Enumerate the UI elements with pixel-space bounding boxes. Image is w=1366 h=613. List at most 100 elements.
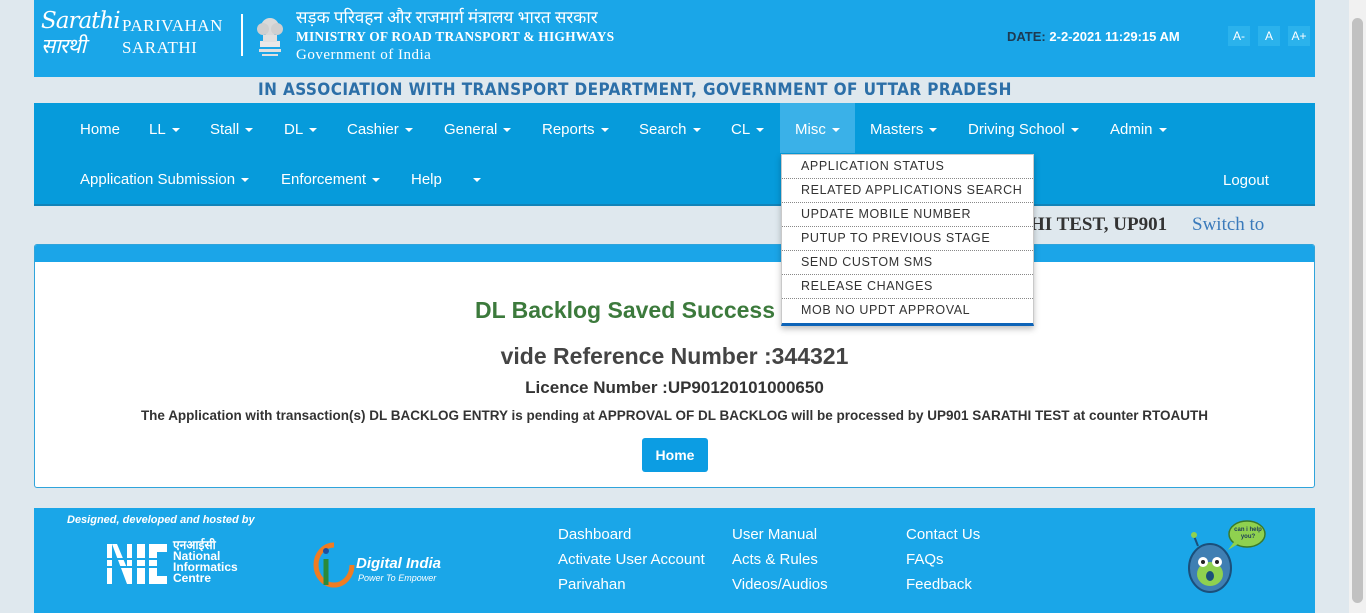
caret-down-icon [503,128,512,133]
footer-link-dashboard[interactable]: Dashboard [558,525,631,545]
menu-item-related-applications-search[interactable]: RELATED APPLICATIONS SEARCH [782,179,1033,203]
help-chatbot-icon[interactable]: can i help you? [1184,518,1269,598]
nav-application-submission[interactable]: Application Submission [80,170,250,190]
caret-down-icon [309,128,318,133]
nav-label: LL [149,121,166,138]
menu-item-application-status[interactable]: APPLICATION STATUS [782,155,1033,179]
government-of-india: Government of India [296,47,432,63]
nav-label: Enforcement [281,171,367,188]
nav-label: Stall [210,121,240,138]
nav-home[interactable]: Home [80,120,120,140]
nav-label: Cashier [347,121,399,138]
nav-dl[interactable]: DL [284,120,318,140]
footer-link-acts-rules[interactable]: Acts & Rules [732,550,818,570]
date-display: DATE: 2-2-2021 11:29:15 AM [1007,29,1180,44]
footer-link-videos-audios[interactable]: Videos/Audios [732,575,828,595]
scrollbar-thumb[interactable] [1352,18,1363,603]
nav-help[interactable]: Help [411,170,442,190]
nav-cl[interactable]: CL [731,120,765,140]
sarathi-logo[interactable]: Sarathi सारथी [41,8,121,62]
footer-link-contact-us[interactable]: Contact Us [906,525,980,545]
caret-down-icon [241,178,250,183]
footer-link-feedback[interactable]: Feedback [906,575,972,595]
caret-down-icon [692,128,701,133]
nav-label: Help [411,171,442,188]
font-increase-button[interactable]: A+ [1288,26,1310,46]
menu-item-send-custom-sms[interactable]: SEND CUSTOM SMS [782,251,1033,275]
nav-label: Masters [870,121,924,138]
nav-reports[interactable]: Reports [542,120,609,140]
menu-item-mob-no-updt-approval[interactable]: MOB NO UPDT APPROVAL [782,299,1033,323]
nav-ll[interactable]: LL [149,120,180,140]
nav-label: Misc [795,121,826,138]
nav-label: CL [731,121,751,138]
caret-down-icon [929,128,938,133]
menu-item-putup-previous-stage[interactable]: PUTUP TO PREVIOUS STAGE [782,227,1033,251]
header-divider [241,14,243,56]
panel-header [35,245,1314,262]
caret-down-icon [756,128,765,133]
nav-label: Driving School [968,121,1065,138]
footer-link-faqs[interactable]: FAQs [906,550,944,570]
home-button[interactable]: Home [642,438,708,472]
digital-india-icon [313,542,355,588]
misc-dropdown-menu: APPLICATION STATUS RELATED APPLICATIONS … [781,154,1034,326]
nav-search[interactable]: Search [639,120,701,140]
application-status-message: The Application with transaction(s) DL B… [140,408,1209,423]
caret-down-icon [1070,128,1079,133]
caret-down-icon [404,128,413,133]
sarathi-text: SARATHI [122,38,198,57]
font-normal-button[interactable]: A [1258,26,1280,46]
nav-misc[interactable]: Misc [795,120,840,140]
caret-down-icon [245,128,254,133]
ministry-hindi: सड़क परिवहन और राजमार्ग मंत्रालय भारत सर… [296,8,598,27]
ministry-english: MINISTRY OF ROAD TRANSPORT & HIGHWAYS [296,29,615,44]
logout-link[interactable]: Logout [1223,171,1269,191]
nav-cashier[interactable]: Cashier [347,120,413,140]
site-header: Sarathi सारथी PARIVAHAN SARATHI सड़क परि… [34,0,1315,77]
caret-down-icon [171,128,180,133]
main-navbar: Home LL Stall DL Cashier General Reports… [34,103,1315,206]
success-title: DL Backlog Saved Success [475,297,775,323]
nav-driving-school[interactable]: Driving School [968,120,1079,140]
nav-label: Search [639,121,687,138]
nav-label: Home [80,121,121,138]
nav-stall[interactable]: Stall [210,120,254,140]
nic-text: एनआईसी National Informatics Centre [173,539,238,585]
font-decrease-button[interactable]: A- [1228,26,1250,46]
caret-down-icon [1158,128,1167,133]
font-size-controls: A- A A+ [1228,26,1310,46]
footer-link-user-manual[interactable]: User Manual [732,525,817,545]
nav-label: Reports [542,121,595,138]
logged-in-user: HI TEST, UP901 [1030,214,1168,235]
logout-label: Logout [1223,172,1269,189]
site-footer: Designed, developed and hosted by एनआईसी… [34,508,1315,613]
nav-masters[interactable]: Masters [870,120,938,140]
national-emblem-icon [257,18,283,56]
help-bubble-text: can i help you? [1234,527,1262,540]
footer-link-parivahan[interactable]: Parivahan [558,575,626,595]
digital-india-logo: Digital India Power To Empower [312,541,462,591]
licence-number: Licence Number :UP90120101000650 [525,378,824,397]
nic-line3: Centre [173,571,212,585]
nav-extra-dropdown[interactable] [467,170,481,190]
digital-india-text: Digital India [356,555,442,572]
menu-item-update-mobile-number[interactable]: UPDATE MOBILE NUMBER [782,203,1033,227]
caret-down-icon [372,178,381,183]
caret-down-icon [473,178,481,183]
parivahan-text: PARIVAHAN [122,16,223,35]
ministry-title: सड़क परिवहन और राजमार्ग मंत्रालय भारत सर… [296,8,614,64]
nav-label: General [444,121,498,138]
date-value: 2-2-2021 11:29:15 AM [1049,29,1180,44]
association-banner: IN ASSOCIATION WITH TRANSPORT DEPARTMENT… [258,80,1012,100]
reference-number: vide Reference Number :344321 [500,343,849,369]
logo-text-english: Sarathi [41,8,121,34]
footer-link-activate-user[interactable]: Activate User Account [558,550,705,570]
nav-general[interactable]: General [444,120,512,140]
menu-item-release-changes[interactable]: RELEASE CHANGES [782,275,1033,299]
switch-to-link[interactable]: Switch to [1192,214,1264,236]
logo-text-hindi: सारथी [41,34,86,58]
vertical-scrollbar[interactable] [1349,0,1366,613]
nav-enforcement[interactable]: Enforcement [281,170,381,190]
nav-admin[interactable]: Admin [1110,120,1167,140]
